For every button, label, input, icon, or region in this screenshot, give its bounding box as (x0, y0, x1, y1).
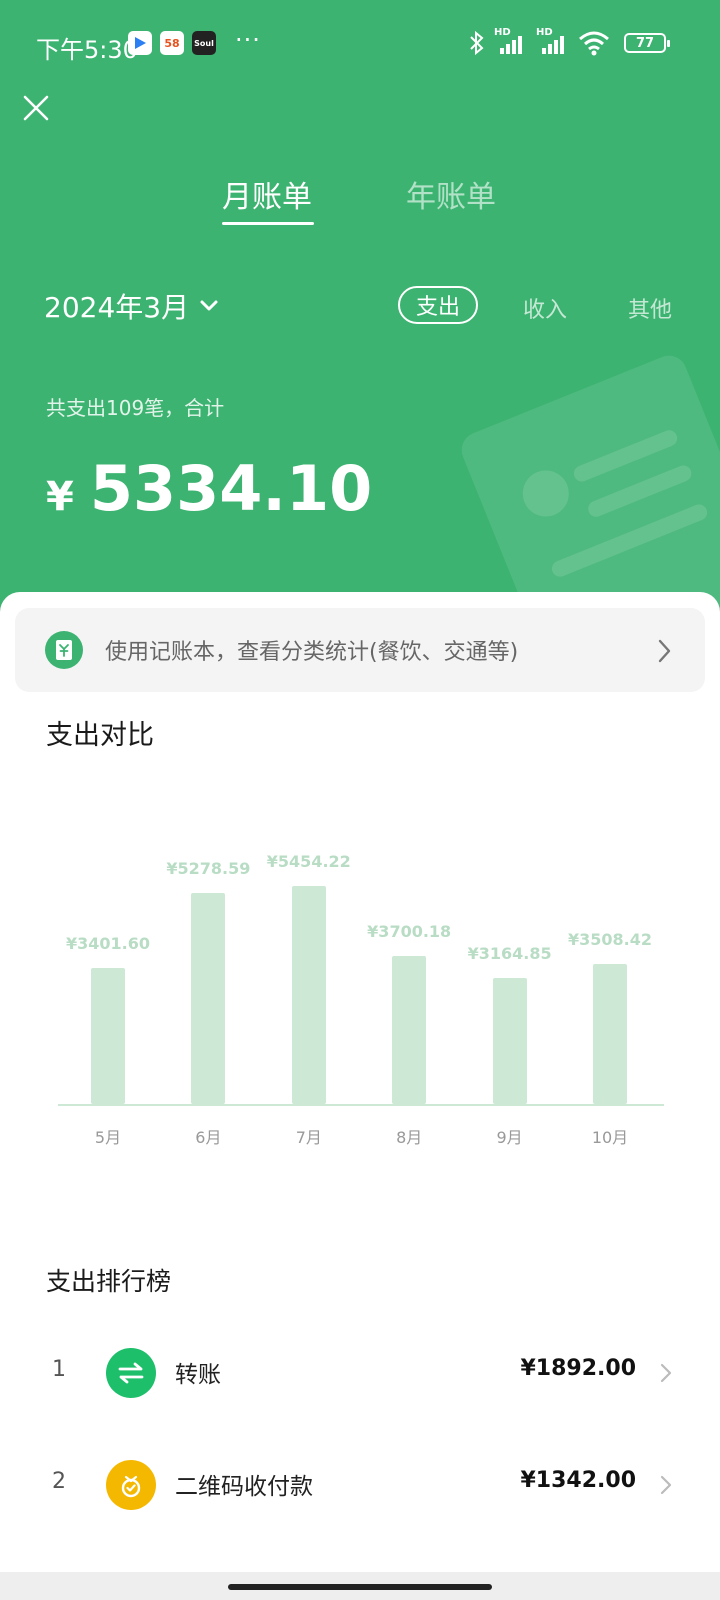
tab-monthly-bill[interactable]: 月账单 (222, 172, 312, 216)
active-tab-indicator (222, 222, 314, 225)
tab-yearly-bill[interactable]: 年账单 (406, 172, 496, 216)
chart-bar[interactable] (392, 956, 427, 1104)
cell-signal-1-icon: HD (494, 27, 528, 55)
ranking-number: 2 (52, 1469, 66, 1494)
close-button[interactable] (20, 92, 52, 124)
transfer-icon (106, 1348, 156, 1398)
chevron-right-icon (660, 1475, 672, 1495)
chart-bar[interactable] (191, 893, 226, 1104)
cell-signal-2-icon: HD (536, 27, 570, 55)
ledger-book-icon (45, 631, 83, 669)
video-app-icon (128, 31, 152, 55)
chart-bar[interactable] (91, 968, 125, 1104)
month-tick-label: 6月 (195, 1128, 222, 1147)
chevron-right-icon (660, 1363, 672, 1383)
filter-other[interactable]: 其他 (628, 292, 672, 324)
bar-value-label: ¥3508.42 (567, 929, 652, 949)
month-tick-label: 7月 (295, 1128, 322, 1147)
soul-app-icon: Soul (192, 31, 216, 55)
home-indicator[interactable] (228, 1584, 492, 1590)
chart-bar[interactable] (593, 963, 627, 1104)
ranking-amount: ¥1342.00 (520, 1468, 636, 1493)
chart-baseline (58, 1104, 664, 1106)
wifi-icon (579, 31, 609, 56)
chart-bar[interactable] (291, 886, 326, 1104)
more-notifications-icon: ··· (235, 26, 261, 54)
battery-icon: 77 (624, 33, 670, 53)
bill-header: 下午5:30 58 Soul ··· HD HD 77 月账单 年账单 2024… (0, 0, 720, 640)
ranking-amount: ¥1892.00 (520, 1356, 636, 1381)
ledger-promo-banner[interactable]: 使用记账本，查看分类统计(餐饮、交通等) (15, 608, 705, 692)
ranking-category-name: 转账 (175, 1362, 221, 1388)
expense-ranking-title: 支出排行榜 (46, 1267, 172, 1296)
bluetooth-icon (470, 30, 484, 56)
qr-payment-icon (106, 1460, 156, 1510)
ranking-category-name: 二维码收付款 (175, 1474, 313, 1500)
month-picker-label: 2024年3月 (44, 291, 190, 324)
status-time: 下午5:30 (36, 36, 138, 64)
month-tick-label: 5月 (94, 1128, 122, 1147)
expense-comparison-title: 支出对比 (46, 720, 154, 751)
bar-value-label: ¥3700.18 (367, 922, 452, 942)
ranking-item[interactable]: 2 二维码收付款 ¥1342.00 (0, 1445, 720, 1525)
chevron-right-icon (658, 639, 671, 663)
month-picker[interactable]: 2024年3月 (44, 286, 219, 326)
currency-symbol: ¥ (46, 474, 74, 520)
app-58-icon: 58 (160, 31, 184, 55)
total-expense-value: 5334.10 (89, 452, 373, 525)
chart-bar[interactable] (492, 977, 527, 1104)
month-tick-label: 8月 (396, 1128, 423, 1147)
bar-value-label: ¥3401.60 (65, 934, 150, 954)
chevron-down-icon (200, 300, 218, 311)
filter-income[interactable]: 收入 (523, 292, 567, 324)
total-expense-amount: ¥ 5334.10 (46, 452, 372, 525)
filter-expense[interactable]: 支出 (398, 286, 478, 324)
ranking-number: 1 (52, 1357, 66, 1382)
status-bar: 下午5:30 58 Soul ··· HD HD 77 (0, 0, 720, 90)
close-icon (23, 95, 49, 121)
expense-summary-text: 共支出109笔，合计 (46, 396, 225, 420)
bar-value-label: ¥5454.22 (266, 852, 351, 871)
ranking-item[interactable]: 1 转账 ¥1892.00 (0, 1333, 720, 1413)
ledger-promo-text: 使用记账本，查看分类统计(餐饮、交通等) (105, 640, 519, 665)
month-tick-label: 9月 (496, 1128, 523, 1147)
month-tick-label: 10月 (591, 1128, 629, 1147)
